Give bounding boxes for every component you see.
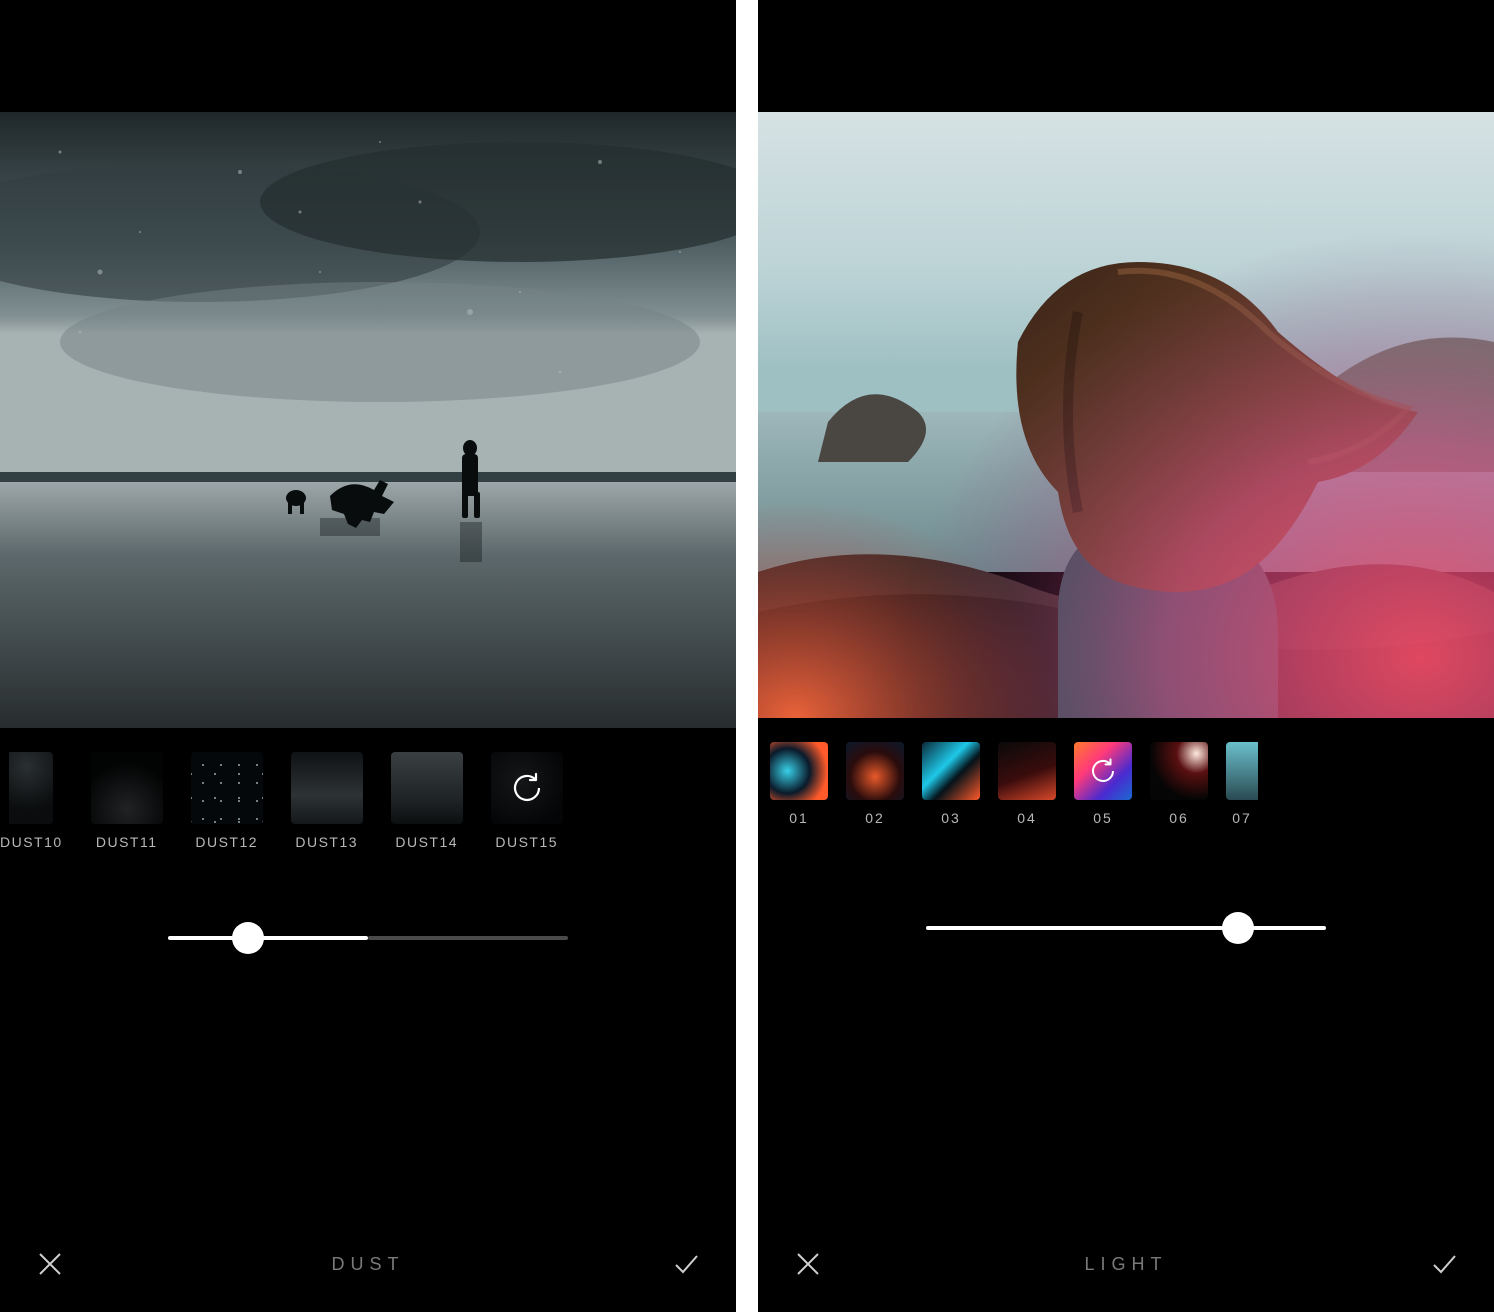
preview-image[interactable]: [0, 112, 736, 728]
slider-knob[interactable]: [232, 922, 264, 954]
top-bar: [758, 0, 1494, 112]
filter-thumb-dust10[interactable]: DUST10: [0, 752, 63, 850]
intensity-slider[interactable]: [758, 858, 1494, 998]
slider-knob[interactable]: [1222, 912, 1254, 944]
filter-thumb-dust11[interactable]: DUST11: [91, 752, 163, 850]
filter-thumb-label: 02: [865, 810, 885, 826]
filter-thumb-05[interactable]: 05: [1074, 742, 1132, 826]
filter-thumb-dust13[interactable]: DUST13: [291, 752, 363, 850]
filter-thumb-label: 03: [941, 810, 961, 826]
effect-title: LIGHT: [1084, 1254, 1167, 1275]
effect-title: DUST: [332, 1254, 405, 1275]
filter-thumb-label: 05: [1093, 810, 1113, 826]
filter-thumb-label: 07: [1232, 810, 1252, 826]
filter-thumb-label: DUST11: [96, 834, 158, 850]
filter-thumb-06[interactable]: 06: [1150, 742, 1208, 826]
filter-thumb-02[interactable]: 02: [846, 742, 904, 826]
filter-thumb-03[interactable]: 03: [922, 742, 980, 826]
filter-thumb-label: DUST12: [195, 834, 258, 850]
phone-panel-light: 01 02 03 04 05: [758, 0, 1494, 1312]
filter-thumb-07[interactable]: 07: [1226, 742, 1258, 826]
cancel-button[interactable]: [786, 1242, 830, 1286]
footer-bar: DUST: [0, 1216, 736, 1312]
filter-thumb-label: DUST13: [295, 834, 358, 850]
filter-thumb-label: 04: [1017, 810, 1037, 826]
cancel-button[interactable]: [28, 1242, 72, 1286]
top-bar: [0, 0, 736, 112]
filter-thumb-dust12[interactable]: DUST12: [191, 752, 263, 850]
intensity-slider[interactable]: [0, 868, 736, 1008]
filter-thumb-label: 01: [789, 810, 809, 826]
reset-icon: [491, 752, 563, 824]
footer-bar: LIGHT: [758, 1216, 1494, 1312]
filter-thumb-01[interactable]: 01: [770, 742, 828, 826]
filter-thumb-strip[interactable]: 01 02 03 04 05: [758, 718, 1494, 858]
reset-icon: [1074, 742, 1132, 800]
filter-thumb-04[interactable]: 04: [998, 742, 1056, 826]
filter-thumb-label: DUST15: [495, 834, 558, 850]
filter-thumb-label: DUST10: [0, 834, 63, 850]
filter-thumb-label: 06: [1169, 810, 1189, 826]
filter-thumb-strip[interactable]: DUST10 DUST11 DUST12 DUST13 DUST14: [0, 728, 736, 868]
filter-thumb-label: DUST14: [395, 834, 458, 850]
confirm-button[interactable]: [664, 1242, 708, 1286]
confirm-button[interactable]: [1422, 1242, 1466, 1286]
filter-thumb-dust15[interactable]: DUST15: [491, 752, 563, 850]
preview-image[interactable]: [758, 112, 1494, 718]
phone-panel-dust: DUST10 DUST11 DUST12 DUST13 DUST14: [0, 0, 736, 1312]
filter-thumb-dust14[interactable]: DUST14: [391, 752, 463, 850]
